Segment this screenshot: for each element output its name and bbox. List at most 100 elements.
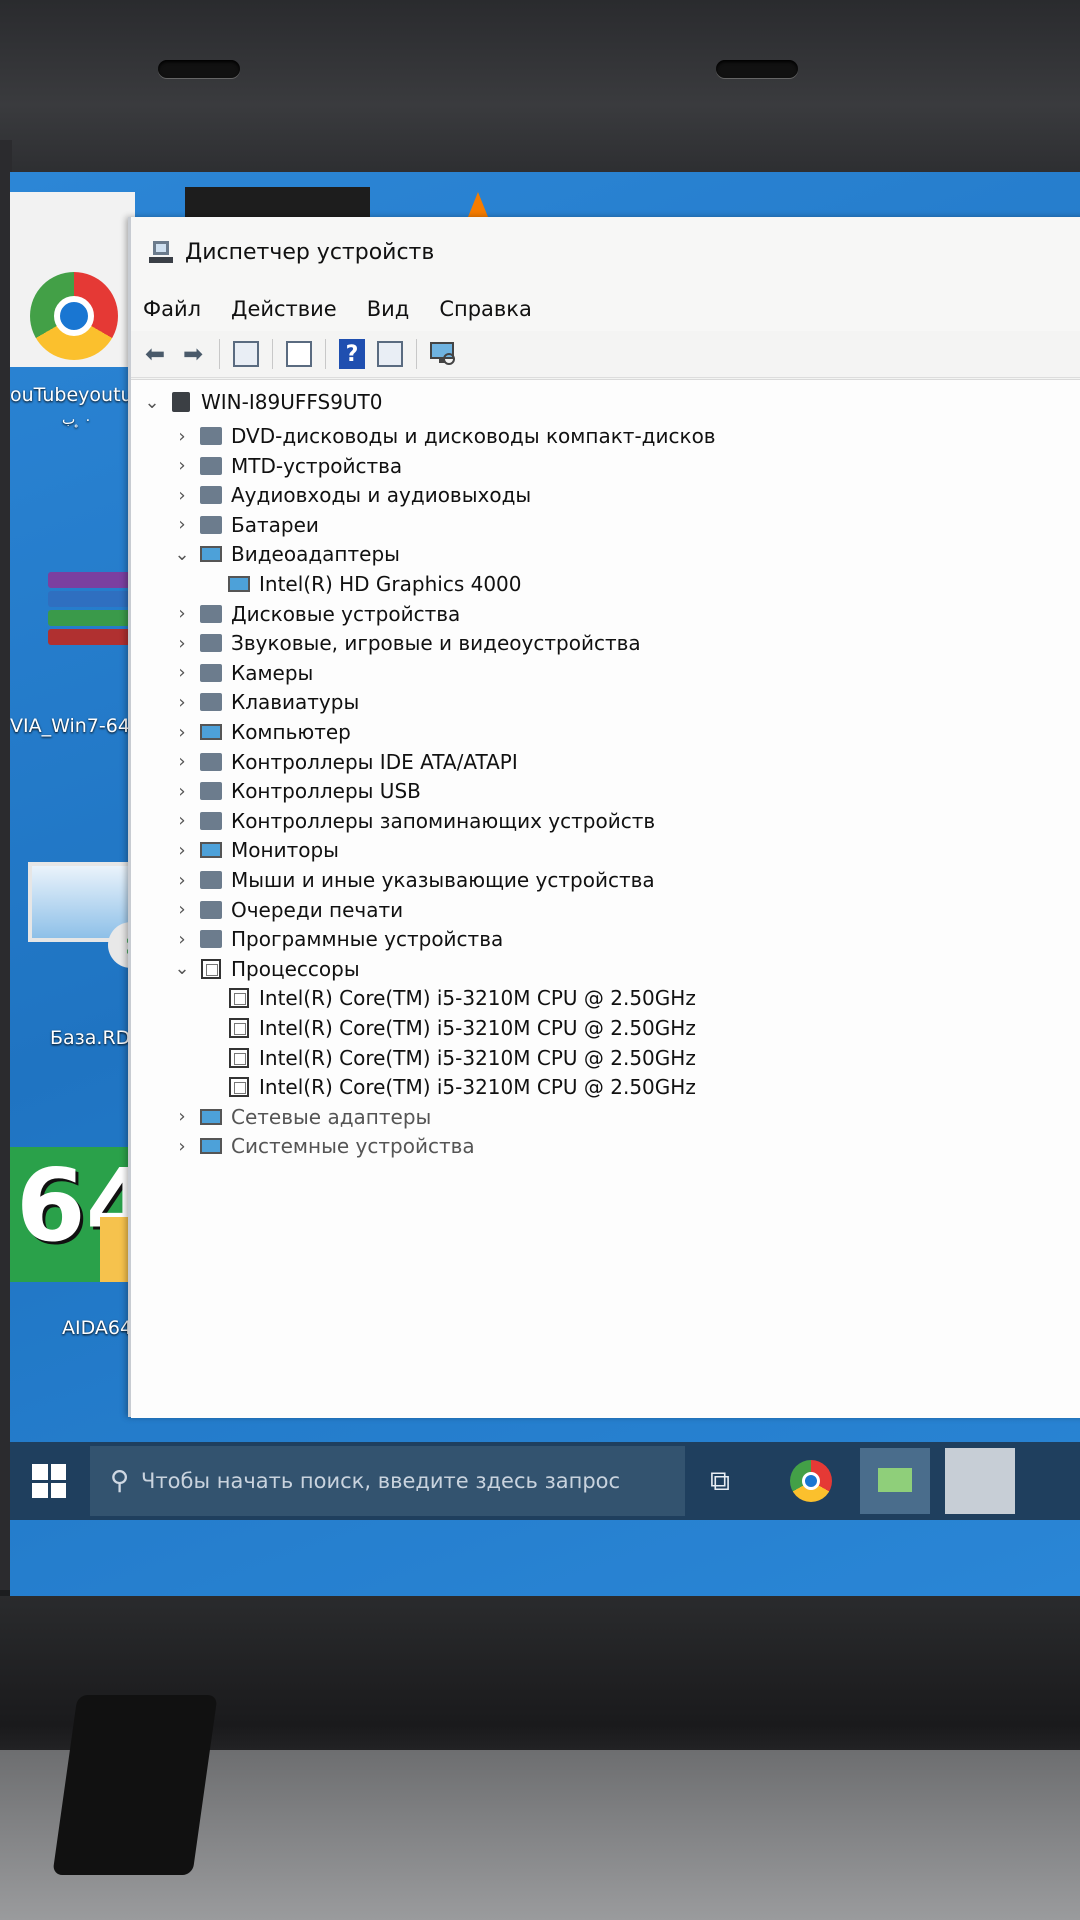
start-button[interactable]: [32, 1464, 66, 1498]
laptop-bezel-top: [0, 0, 1080, 175]
bezel-hinge-right: [716, 60, 798, 78]
tree-category[interactable]: › Мониторы: [169, 834, 339, 866]
tree-category[interactable]: › Системные устройства: [169, 1130, 474, 1162]
device-category-icon: [199, 1135, 223, 1157]
chevron-right-icon[interactable]: ›: [169, 426, 195, 447]
toolbar: ⬅ ➡ ?: [131, 331, 1080, 378]
view-icon[interactable]: [283, 338, 315, 370]
tree-category-label: Контроллеры USB: [231, 779, 421, 804]
scan-hardware-icon[interactable]: [427, 338, 459, 370]
tree-category[interactable]: › Дисковые устройства: [169, 598, 460, 630]
tree-category[interactable]: › Контроллеры запоминающих устройств: [169, 805, 655, 837]
tree-category[interactable]: › Мыши и иные указывающие устройства: [169, 864, 655, 896]
device-tree: ⌄ WIN-I89UFFS9UT0 › DVD-дисководы и диско…: [131, 379, 1080, 1418]
chevron-down-icon[interactable]: ⌄: [169, 544, 195, 565]
chevron-right-icon[interactable]: ›: [169, 929, 195, 950]
chevron-right-icon[interactable]: ›: [169, 692, 195, 713]
taskbar-app-icon[interactable]: [860, 1448, 930, 1514]
tree-category[interactable]: ⌄ Видеоадаптеры: [169, 538, 400, 570]
tree-category[interactable]: › Клавиатуры: [169, 686, 359, 718]
device-category-icon: [199, 662, 223, 684]
forward-icon[interactable]: ➡: [177, 338, 209, 370]
tree-category[interactable]: › Звуковые, игровые и видеоустройства: [169, 627, 640, 659]
desktop-label-youtube: ouTubeyoutu: [10, 384, 133, 406]
device-category-icon: [199, 751, 223, 773]
chevron-right-icon[interactable]: ›: [169, 899, 195, 920]
tree-category[interactable]: › DVD-дисководы и дисководы компакт-диско…: [169, 420, 715, 452]
chevron-right-icon[interactable]: ›: [169, 455, 195, 476]
chevron-right-icon[interactable]: ›: [169, 870, 195, 891]
chevron-right-icon[interactable]: ›: [169, 514, 195, 535]
tree-category-label: Программные устройства: [231, 927, 504, 952]
aida64-icon[interactable]: 64: [10, 1147, 155, 1282]
tree-device[interactable]: Intel(R) Core(TM) i5-3210M CPU @ 2.50GHz: [223, 1042, 696, 1074]
chevron-down-icon[interactable]: ⌄: [169, 958, 195, 979]
device-category-icon: [199, 425, 223, 447]
tree-category[interactable]: ⌄ Процессоры: [169, 953, 359, 985]
properties-icon[interactable]: [230, 338, 262, 370]
chevron-right-icon[interactable]: ›: [169, 810, 195, 831]
tree-device[interactable]: Intel(R) Core(TM) i5-3210M CPU @ 2.50GHz: [223, 1071, 696, 1103]
tree-category-label: Батареи: [231, 512, 319, 537]
menu-help[interactable]: Справка: [439, 297, 532, 321]
chevron-right-icon[interactable]: ›: [169, 1106, 195, 1127]
chevron-right-icon[interactable]: ›: [169, 840, 195, 861]
chevron-right-icon[interactable]: ›: [169, 722, 195, 743]
tree-category[interactable]: › Сетевые адаптеры: [169, 1101, 431, 1133]
tree-device[interactable]: Intel(R) Core(TM) i5-3210M CPU @ 2.50GHz: [223, 1012, 696, 1044]
menu-bar: Файл Действие Вид Справка: [131, 287, 1080, 331]
tree-category[interactable]: › Камеры: [169, 657, 313, 689]
device-category-icon: [199, 899, 223, 921]
device-category-icon: [199, 869, 223, 891]
device-manager-icon: [149, 241, 173, 263]
menu-file[interactable]: Файл: [143, 297, 201, 321]
back-icon[interactable]: ⬅: [139, 338, 171, 370]
chevron-right-icon[interactable]: ›: [169, 485, 195, 506]
tree-category-label: Сетевые адаптеры: [231, 1104, 432, 1129]
screen: ouTubeyoutu ٠ ̥ ب VIA_Win7-64_V › База.R…: [10, 172, 1080, 1597]
device-category-icon: [199, 1106, 223, 1128]
chevron-right-icon[interactable]: ›: [169, 781, 195, 802]
chevron-right-icon[interactable]: ›: [169, 603, 195, 624]
tree-root[interactable]: ⌄ WIN-I89UFFS9UT0: [139, 386, 382, 418]
task-view-icon[interactable]: ⧉: [710, 1464, 730, 1498]
tree-device[interactable]: Intel(R) HD Graphics 4000: [223, 568, 522, 600]
window-title: Диспетчер устройств: [185, 239, 435, 265]
chevron-right-icon[interactable]: ›: [169, 633, 195, 654]
tree-category-label: MTD-устройства: [231, 453, 403, 478]
chevron-down-icon[interactable]: ⌄: [139, 392, 165, 413]
menu-view[interactable]: Вид: [367, 297, 410, 321]
help-icon[interactable]: ?: [336, 338, 368, 370]
device-category-icon: [199, 928, 223, 950]
tree-category-label: Очереди печати: [231, 897, 404, 922]
menu-action[interactable]: Действие: [231, 297, 337, 321]
rdp-icon[interactable]: ›: [28, 862, 154, 968]
search-box[interactable]: ⚲ Чтобы начать поиск, введите здесь запр…: [90, 1446, 685, 1516]
tree-category[interactable]: › Контроллеры USB: [169, 775, 421, 807]
tree-category-label: Контроллеры запоминающих устройств: [231, 808, 656, 833]
winrar-icon[interactable]: [48, 572, 132, 645]
tree-category[interactable]: › Очереди печати: [169, 894, 403, 926]
tree-category[interactable]: › Аудиовходы и аудиовыходы: [169, 479, 531, 511]
device-category-icon: [199, 958, 223, 980]
device-category-icon: [199, 810, 223, 832]
device-icon: [227, 1076, 251, 1098]
title-bar[interactable]: Диспетчер устройств: [131, 217, 1080, 287]
tree-category[interactable]: › Контроллеры IDE ATA/ATAPI: [169, 746, 517, 778]
chevron-right-icon[interactable]: ›: [169, 1136, 195, 1157]
tree-category-label: Мыши и иные указывающие устройства: [231, 868, 655, 892]
chevron-right-icon[interactable]: ›: [169, 662, 195, 683]
device-icon: [227, 1017, 251, 1039]
desktop-icon-youtube-shortcut[interactable]: [10, 192, 135, 367]
tree-category[interactable]: › MTD-устройства: [169, 450, 402, 482]
taskbar-chrome-icon[interactable]: [790, 1460, 832, 1502]
tree-category-label: Камеры: [231, 660, 314, 685]
tree-category[interactable]: › Программные устройства: [169, 923, 503, 955]
taskbar-device-manager-icon[interactable]: [945, 1448, 1015, 1514]
tree-category[interactable]: › Компьютер: [169, 716, 350, 748]
tree-category[interactable]: › Батареи: [169, 509, 319, 541]
action-icon[interactable]: [374, 338, 406, 370]
chevron-right-icon[interactable]: ›: [169, 751, 195, 772]
tree-device[interactable]: Intel(R) Core(TM) i5-3210M CPU @ 2.50GHz: [223, 982, 696, 1014]
device-category-icon: [199, 455, 223, 477]
